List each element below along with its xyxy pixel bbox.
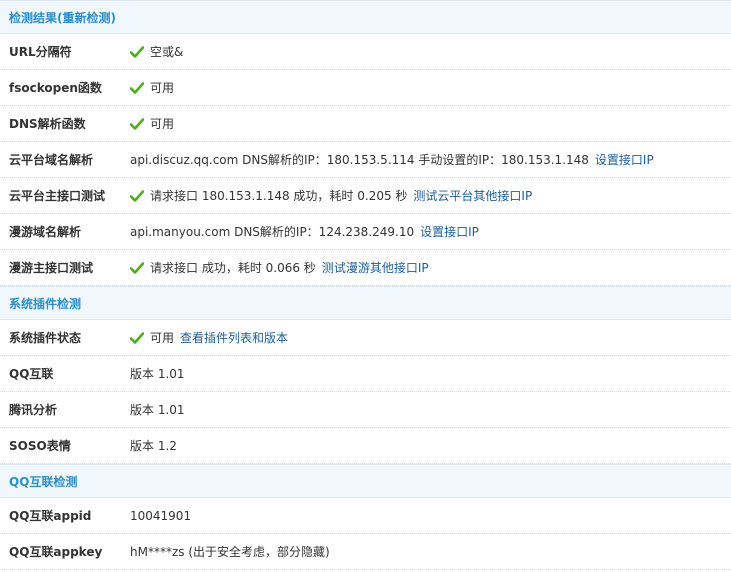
row-value: 可用 xyxy=(150,331,175,345)
row-label: QQ互联appid xyxy=(9,509,92,523)
row-label: QQ互联appkey xyxy=(9,545,103,559)
row-value-container: 可用 查看插件列表和版本 xyxy=(130,329,731,346)
row-value: hM****zs (出于安全考虑，部分隐藏) xyxy=(130,545,330,559)
section-title-plugins: 系统插件检测 xyxy=(9,297,82,311)
row-value: 空或& xyxy=(150,45,184,59)
checkmark-icon xyxy=(130,189,144,202)
section-header-results[interactable]: 检测结果(重新检测) xyxy=(0,0,731,34)
row-value-container: hM****zs (出于安全考虑，部分隐藏) xyxy=(130,543,731,560)
row-label: URL分隔符 xyxy=(9,45,72,59)
test-manyou-other-ip-link[interactable]: 测试漫游其他接口IP xyxy=(322,259,429,276)
set-interface-ip-link[interactable]: 设置接口IP xyxy=(420,223,479,240)
row-value-container: api.discuz.qq.com DNS解析的IP：180.153.5.114… xyxy=(130,151,731,168)
row-value: 请求接口 成功，耗时 0.066 秒 xyxy=(150,261,316,275)
row-value: 版本 1.01 xyxy=(130,403,185,417)
row-label: 漫游主接口测试 xyxy=(9,261,94,275)
view-plugin-list-link[interactable]: 查看插件列表和版本 xyxy=(180,329,288,346)
row-label: 云平台域名解析 xyxy=(9,153,94,167)
row-label: fsockopen函数 xyxy=(9,81,102,95)
row-label: DNS解析函数 xyxy=(9,117,86,131)
row-label: 云平台主接口测试 xyxy=(9,189,106,203)
row-value: api.manyou.com DNS解析的IP：124.238.249.10 xyxy=(130,225,415,239)
row-label: 漫游域名解析 xyxy=(9,225,82,239)
row-cloud-domain: 云平台域名解析 api.discuz.qq.com DNS解析的IP：180.1… xyxy=(0,142,731,178)
row-value: api.discuz.qq.com DNS解析的IP：180.153.5.114… xyxy=(130,153,589,167)
section-header-qq-connect: QQ互联检测 xyxy=(0,464,731,498)
row-value-container: 可用 xyxy=(130,115,731,132)
row-value-container: api.manyou.com DNS解析的IP：124.238.249.10 设… xyxy=(130,223,731,240)
row-value-container: 版本 1.01 xyxy=(130,401,731,418)
row-value: 可用 xyxy=(150,81,175,95)
row-qq-appkey: QQ互联appkey hM****zs (出于安全考虑，部分隐藏) xyxy=(0,534,731,570)
row-value-container: 10041901 xyxy=(130,509,731,523)
row-value: 可用 xyxy=(150,117,175,131)
row-label: QQ互联 xyxy=(9,367,54,381)
row-value-container: 空或& xyxy=(130,43,731,60)
row-value: 请求接口 180.153.1.148 成功，耗时 0.205 秒 xyxy=(150,189,408,203)
row-manyou-main-interface: 漫游主接口测试 请求接口 成功，耗时 0.066 秒 测试漫游其他接口IP xyxy=(0,250,731,286)
row-manyou-domain: 漫游域名解析 api.manyou.com DNS解析的IP：124.238.2… xyxy=(0,214,731,250)
row-qq-connect: QQ互联 版本 1.01 xyxy=(0,356,731,392)
row-tencent-analysis: 腾讯分析 版本 1.01 xyxy=(0,392,731,428)
section-title-qq-connect: QQ互联检测 xyxy=(9,475,78,489)
row-value-container: 版本 1.01 xyxy=(130,365,731,382)
row-dns-function: DNS解析函数 可用 xyxy=(0,106,731,142)
row-value: 版本 1.2 xyxy=(130,439,177,453)
checkmark-icon xyxy=(130,81,144,94)
section-header-plugins: 系统插件检测 xyxy=(0,286,731,320)
checkmark-icon xyxy=(130,117,144,130)
row-value: 版本 1.01 xyxy=(130,367,185,381)
row-value-container: 可用 xyxy=(130,79,731,96)
row-label: SOSO表情 xyxy=(9,439,71,453)
test-cloud-other-ip-link[interactable]: 测试云平台其他接口IP xyxy=(413,187,532,204)
checkmark-icon xyxy=(130,331,144,344)
row-fsockopen: fsockopen函数 可用 xyxy=(0,70,731,106)
diagnostic-panel: 检测结果(重新检测) URL分隔符 空或& fsockopen函数 可用 DNS… xyxy=(0,0,731,570)
checkmark-icon xyxy=(130,261,144,274)
row-label: 腾讯分析 xyxy=(9,403,58,417)
row-value-container: 请求接口 180.153.1.148 成功，耗时 0.205 秒 测试云平台其他… xyxy=(130,187,731,204)
checkmark-icon xyxy=(130,45,144,58)
row-value: 10041901 xyxy=(130,508,192,523)
row-cloud-main-interface: 云平台主接口测试 请求接口 180.153.1.148 成功，耗时 0.205 … xyxy=(0,178,731,214)
row-value-container: 版本 1.2 xyxy=(130,437,731,454)
row-qq-appid: QQ互联appid 10041901 xyxy=(0,498,731,534)
row-soso-emoji: SOSO表情 版本 1.2 xyxy=(0,428,731,464)
section-title-results[interactable]: 检测结果(重新检测) xyxy=(9,11,116,25)
row-value-container: 请求接口 成功，耗时 0.066 秒 测试漫游其他接口IP xyxy=(130,259,731,276)
row-url-separator: URL分隔符 空或& xyxy=(0,34,731,70)
row-plugin-status: 系统插件状态 可用 查看插件列表和版本 xyxy=(0,320,731,356)
set-interface-ip-link[interactable]: 设置接口IP xyxy=(595,151,654,168)
row-label: 系统插件状态 xyxy=(9,331,82,345)
